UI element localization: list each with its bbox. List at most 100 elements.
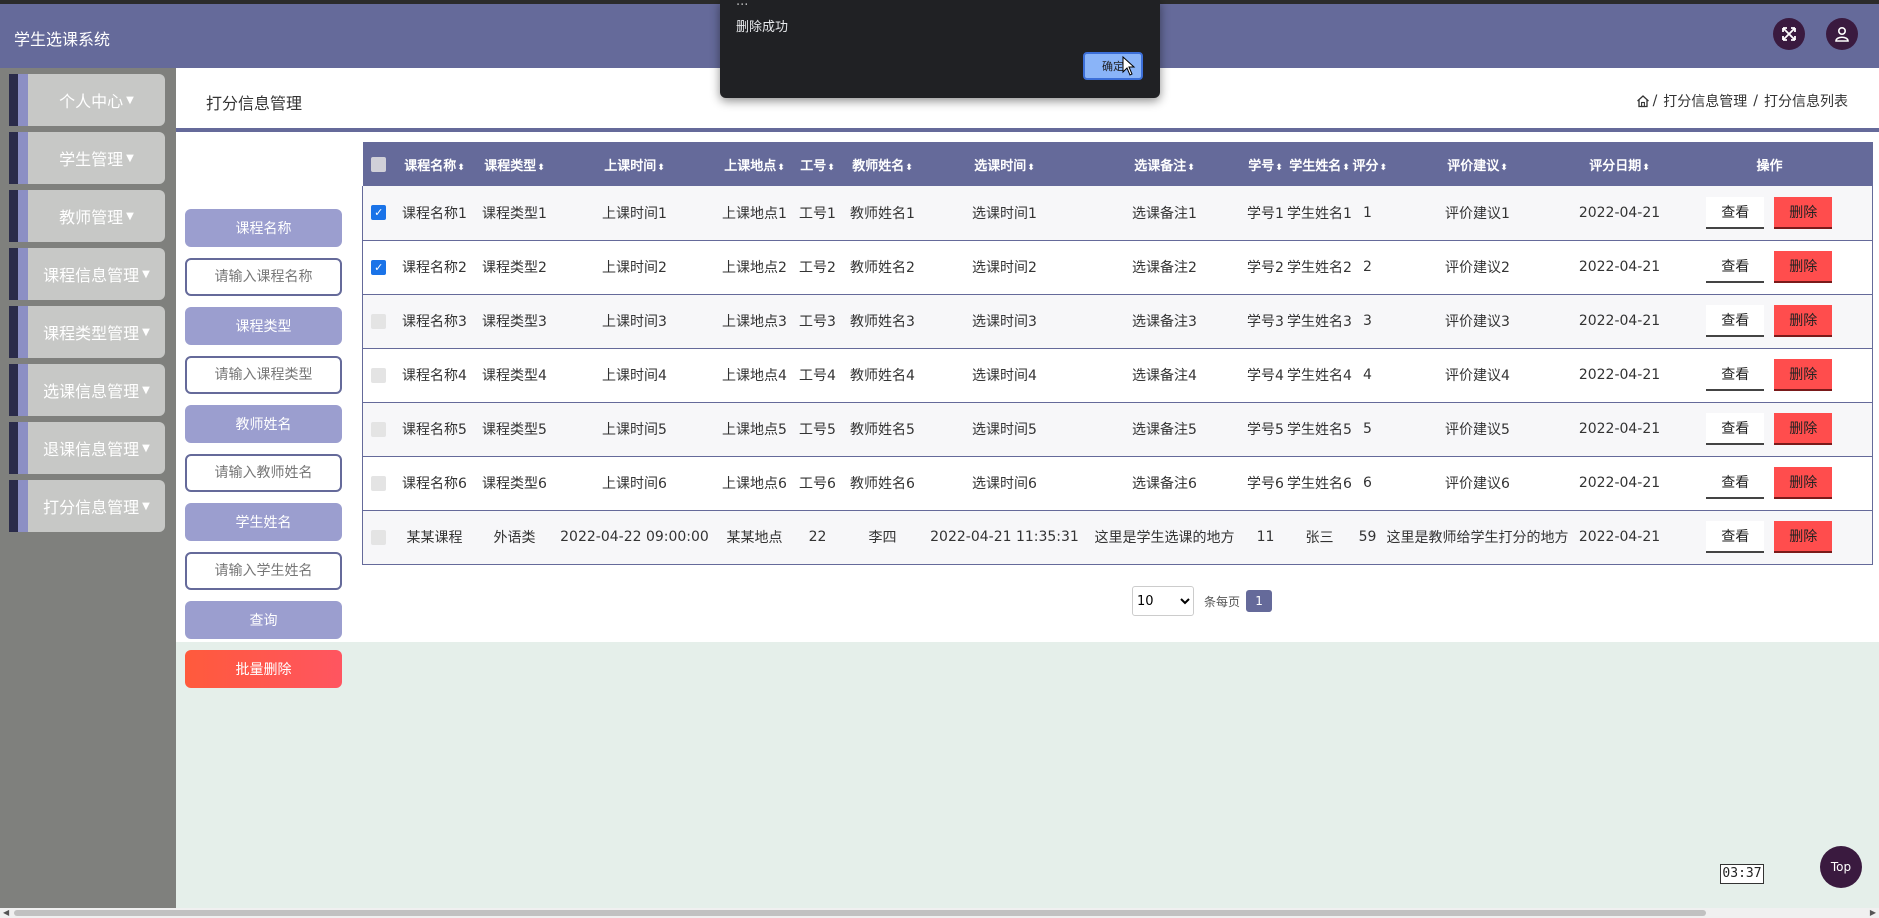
main-area: 打分信息管理 / 打分信息管理 / 打分信息列表 课程名称 课程类型 教师姓名 … xyxy=(176,68,1879,908)
table-cell: 2022-04-21 xyxy=(1578,475,1661,491)
table-cell: 课程名称2 xyxy=(402,260,467,276)
table-cell: 上课地点1 xyxy=(722,205,787,222)
course-type-input[interactable] xyxy=(185,356,342,394)
delete-button[interactable]: 删除 xyxy=(1774,305,1833,337)
sidebar-item-label: 个人中心 xyxy=(59,92,124,111)
row-checkbox[interactable] xyxy=(371,313,387,329)
sidebar-item-personal-center[interactable]: 个人中心 ▼ xyxy=(9,74,165,126)
table-cell: 课程类型1 xyxy=(482,205,547,222)
teacher-name-input[interactable] xyxy=(185,454,342,492)
view-button[interactable]: 查看 xyxy=(1706,251,1765,283)
col-staff-id[interactable]: 工号⬍ xyxy=(795,142,841,186)
view-button[interactable]: 查看 xyxy=(1706,359,1765,391)
course-name-input[interactable] xyxy=(185,258,342,296)
fullscreen-button[interactable] xyxy=(1773,18,1805,50)
delete-button[interactable]: 删除 xyxy=(1774,196,1833,229)
per-page-label: 条每页 xyxy=(1204,594,1241,609)
col-enroll-time[interactable]: 选课时间⬍ xyxy=(925,142,1085,186)
scroll-right-icon[interactable]: ▶ xyxy=(1870,908,1876,917)
col-score-date[interactable]: 评分日期⬍ xyxy=(1573,142,1667,186)
delete-button[interactable]: 删除 xyxy=(1774,251,1833,283)
row-checkbox[interactable] xyxy=(371,529,387,545)
delete-button[interactable]: 删除 xyxy=(1774,359,1833,391)
breadcrumb-item: 打分信息列表 xyxy=(1764,94,1848,110)
col-student-name[interactable]: 学生姓名⬍ xyxy=(1287,142,1353,186)
sidebar-item-label: 教师管理 xyxy=(59,208,124,227)
user-button[interactable] xyxy=(1826,18,1858,50)
col-student-id[interactable]: 学号⬍ xyxy=(1245,142,1287,186)
view-button[interactable]: 查看 xyxy=(1706,521,1765,553)
table-cell: 2022-04-21 11:35:31 xyxy=(930,529,1079,545)
table-cell: 11 xyxy=(1256,529,1275,545)
sidebar-item-course-types[interactable]: 课程类型管理 ▼ xyxy=(9,306,165,358)
row-checkbox[interactable] xyxy=(371,421,387,437)
col-enroll-note[interactable]: 选课备注⬍ xyxy=(1085,142,1245,186)
teacher-name-label: 教师姓名 xyxy=(185,405,342,443)
home-icon[interactable] xyxy=(1636,94,1650,108)
col-teacher-name[interactable]: 教师姓名⬍ xyxy=(841,142,925,186)
expand-arrows-icon xyxy=(1782,27,1796,41)
col-evaluation[interactable]: 评价建议⬍ xyxy=(1383,142,1573,186)
select-all-checkbox[interactable] xyxy=(371,156,386,172)
table-cell: 工号5 xyxy=(799,422,836,438)
table-cell: 59 xyxy=(1358,529,1377,545)
sort-icon: ⬍ xyxy=(1500,162,1508,173)
back-to-top-button[interactable]: Top xyxy=(1820,846,1862,888)
sidebar-item-grading[interactable]: 打分信息管理 ▼ xyxy=(9,480,165,532)
sidebar-item-teachers[interactable]: 教师管理 ▼ xyxy=(9,190,165,242)
table-cell: 上课地点6 xyxy=(722,476,787,492)
table-cell: 上课时间2 xyxy=(602,260,667,276)
table-cell: 选课时间6 xyxy=(972,476,1037,492)
breadcrumb-item[interactable]: 打分信息管理 xyxy=(1663,91,1747,111)
view-button[interactable]: 查看 xyxy=(1706,413,1765,445)
batch-delete-button[interactable]: 批量删除 xyxy=(185,650,342,688)
row-checkbox[interactable]: ✓ xyxy=(371,205,387,221)
table-cell: 学生姓名6 xyxy=(1287,476,1352,492)
page-size-select[interactable]: 10 xyxy=(1132,586,1194,616)
table-cell: 4 xyxy=(1363,367,1372,383)
col-class-location[interactable]: 上课地点⬍ xyxy=(715,142,795,186)
scrollbar-thumb[interactable] xyxy=(14,910,1706,916)
table-row: 课程名称6 课程类型6 上课时间6 上课地点6 工号6 教师姓名6 选课时间6 选课备注6 学号… xyxy=(362,456,1873,510)
row-checkbox[interactable]: ✓ xyxy=(371,259,387,275)
table-cell: 上课时间4 xyxy=(602,368,667,384)
delete-button[interactable]: 删除 xyxy=(1774,467,1833,499)
table-cell: 教师姓名5 xyxy=(850,422,915,438)
sidebar-item-students[interactable]: 学生管理 ▼ xyxy=(9,132,165,184)
table-cell: 课程类型6 xyxy=(482,476,547,492)
delete-button[interactable]: 删除 xyxy=(1774,413,1833,445)
col-course-type[interactable]: 课程类型⬍ xyxy=(475,142,555,186)
delete-button[interactable]: 删除 xyxy=(1774,521,1833,553)
col-score[interactable]: 评分⬍ xyxy=(1353,142,1388,186)
table-cell: 评价建议2 xyxy=(1445,260,1510,276)
table-cell: 课程类型4 xyxy=(482,368,547,384)
sidebar-item-withdrawal[interactable]: 退课信息管理 ▼ xyxy=(9,422,165,474)
table-cell: 教师姓名2 xyxy=(850,260,915,276)
page-number-1[interactable]: 1 xyxy=(1246,590,1273,612)
table-cell: 李四 xyxy=(868,530,897,546)
course-name-label: 课程名称 xyxy=(185,209,342,247)
table-row: 某某课程 外语类 2022-04-22 09:00:00 某某地点 22 李四 2022-0… xyxy=(362,510,1873,564)
sort-icon: ⬍ xyxy=(657,162,665,173)
sidebar-item-courses[interactable]: 课程信息管理 ▼ xyxy=(9,248,165,300)
student-name-input[interactable] xyxy=(185,552,342,590)
view-button[interactable]: 查看 xyxy=(1706,196,1765,229)
row-actions: 查看 删除 xyxy=(1667,186,1873,240)
col-class-time[interactable]: 上课时间⬍ xyxy=(555,142,715,186)
table-cell: 学号2 xyxy=(1247,260,1284,276)
table-cell: 1 xyxy=(1363,204,1372,221)
table-cell: 6 xyxy=(1363,475,1372,491)
query-button[interactable]: 查询 xyxy=(185,601,342,639)
row-actions: 查看 删除 xyxy=(1667,294,1873,348)
horizontal-scrollbar[interactable]: ◀ ▶ xyxy=(0,908,1879,918)
row-checkbox[interactable] xyxy=(371,367,387,383)
view-button[interactable]: 查看 xyxy=(1706,305,1765,337)
view-button[interactable]: 查看 xyxy=(1706,467,1765,499)
table-cell: 上课地点5 xyxy=(722,422,787,438)
table-cell: 课程名称6 xyxy=(402,476,467,492)
sidebar-item-enrollment[interactable]: 选课信息管理 ▼ xyxy=(9,364,165,416)
row-checkbox[interactable] xyxy=(371,475,387,491)
col-course-name[interactable]: 课程名称⬍ xyxy=(395,142,475,186)
scroll-left-icon[interactable]: ◀ xyxy=(3,908,9,917)
sidebar-item-label: 课程类型管理 xyxy=(43,324,140,343)
